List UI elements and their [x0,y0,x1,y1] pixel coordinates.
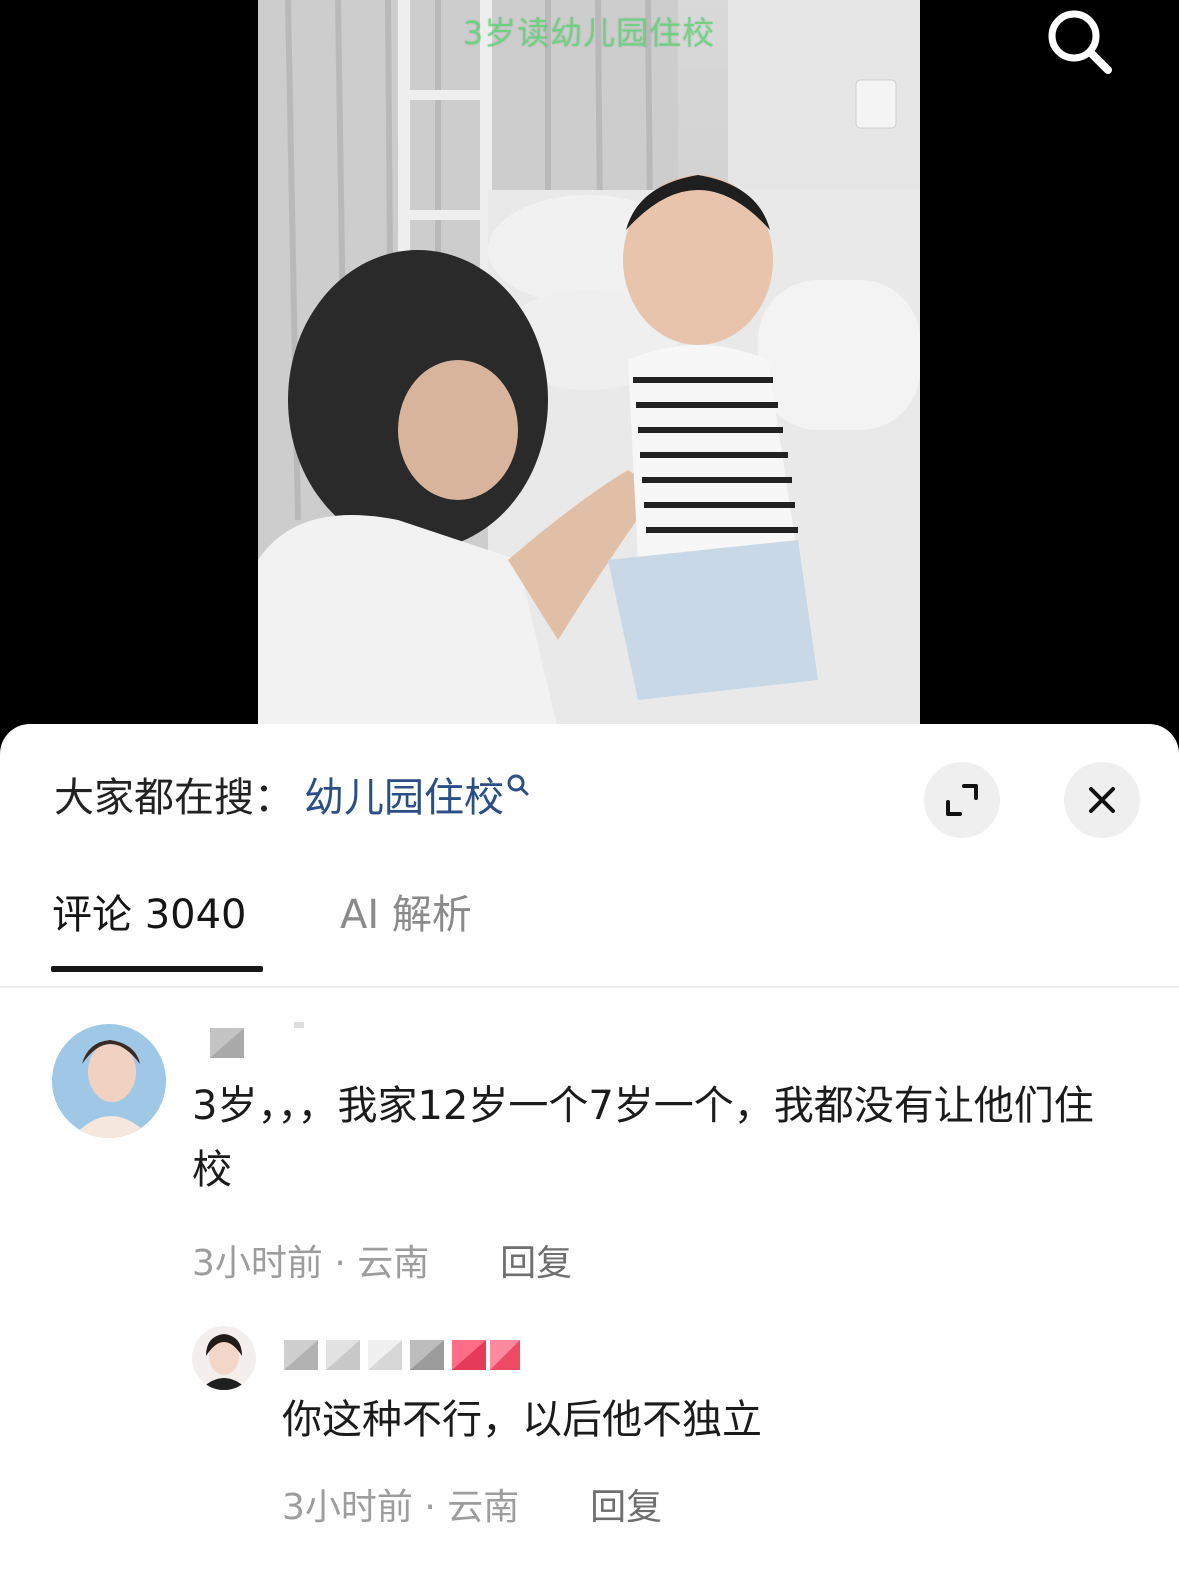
comment-location: 云南 [357,1243,430,1284]
comment-meta: 3小时前 · 云南 回复 [282,1478,662,1530]
tab-comments[interactable]: 评论 3040 [52,882,247,940]
hot-search-prefix: 大家都在搜： [54,775,294,821]
username-masked[interactable] [280,1334,530,1374]
comment-time: 3小时前 [282,1487,413,1528]
search-small-icon [506,765,530,796]
comment-text: 你这种不行，以后他不独立 [282,1397,762,1443]
username-masked[interactable] [196,1020,316,1060]
comments-sheet: 大家都在搜： 幼儿园住校 评论 3040 AI 解析 3岁，，，我家12岁一个7… [0,724,1179,1593]
search-icon [1048,10,1112,74]
hot-search-keyword: 幼儿园住校 [304,775,504,821]
meta-separator: · [424,1487,448,1528]
avatar[interactable] [192,1326,256,1390]
reply-button[interactable]: 回复 [500,1243,572,1284]
comment-meta: 3小时前 · 云南 回复 [192,1234,572,1286]
tabs-divider [0,986,1179,988]
tab-bar: 评论 3040 AI 解析 [0,874,1179,984]
search-button[interactable] [1040,2,1120,82]
meta-separator: · [334,1243,358,1284]
hot-search-bar: 大家都在搜： 幼儿园住校 [54,764,530,824]
tab-ai-analysis[interactable]: AI 解析 [340,882,472,940]
reply-button[interactable]: 回复 [590,1487,662,1528]
video-frame[interactable]: 3岁读幼儿园住校 [258,0,920,730]
hot-search-keyword-link[interactable]: 幼儿园住校 [304,765,530,823]
close-icon [1089,787,1115,813]
video-player[interactable]: 3岁读幼儿园住校 [0,0,1179,740]
comment-time: 3小时前 [192,1243,323,1284]
video-caption: 3岁读幼儿园住校 [462,14,716,52]
video-still-image [258,0,920,730]
close-button[interactable] [1064,762,1140,838]
expand-button[interactable] [924,762,1000,838]
comment-location: 云南 [447,1487,520,1528]
expand-icon [946,784,978,816]
comment-text: 3岁，，，我家12岁一个7岁一个，我都没有让他们住校 [192,1083,1094,1193]
active-tab-indicator [51,966,263,972]
avatar[interactable] [52,1024,166,1138]
